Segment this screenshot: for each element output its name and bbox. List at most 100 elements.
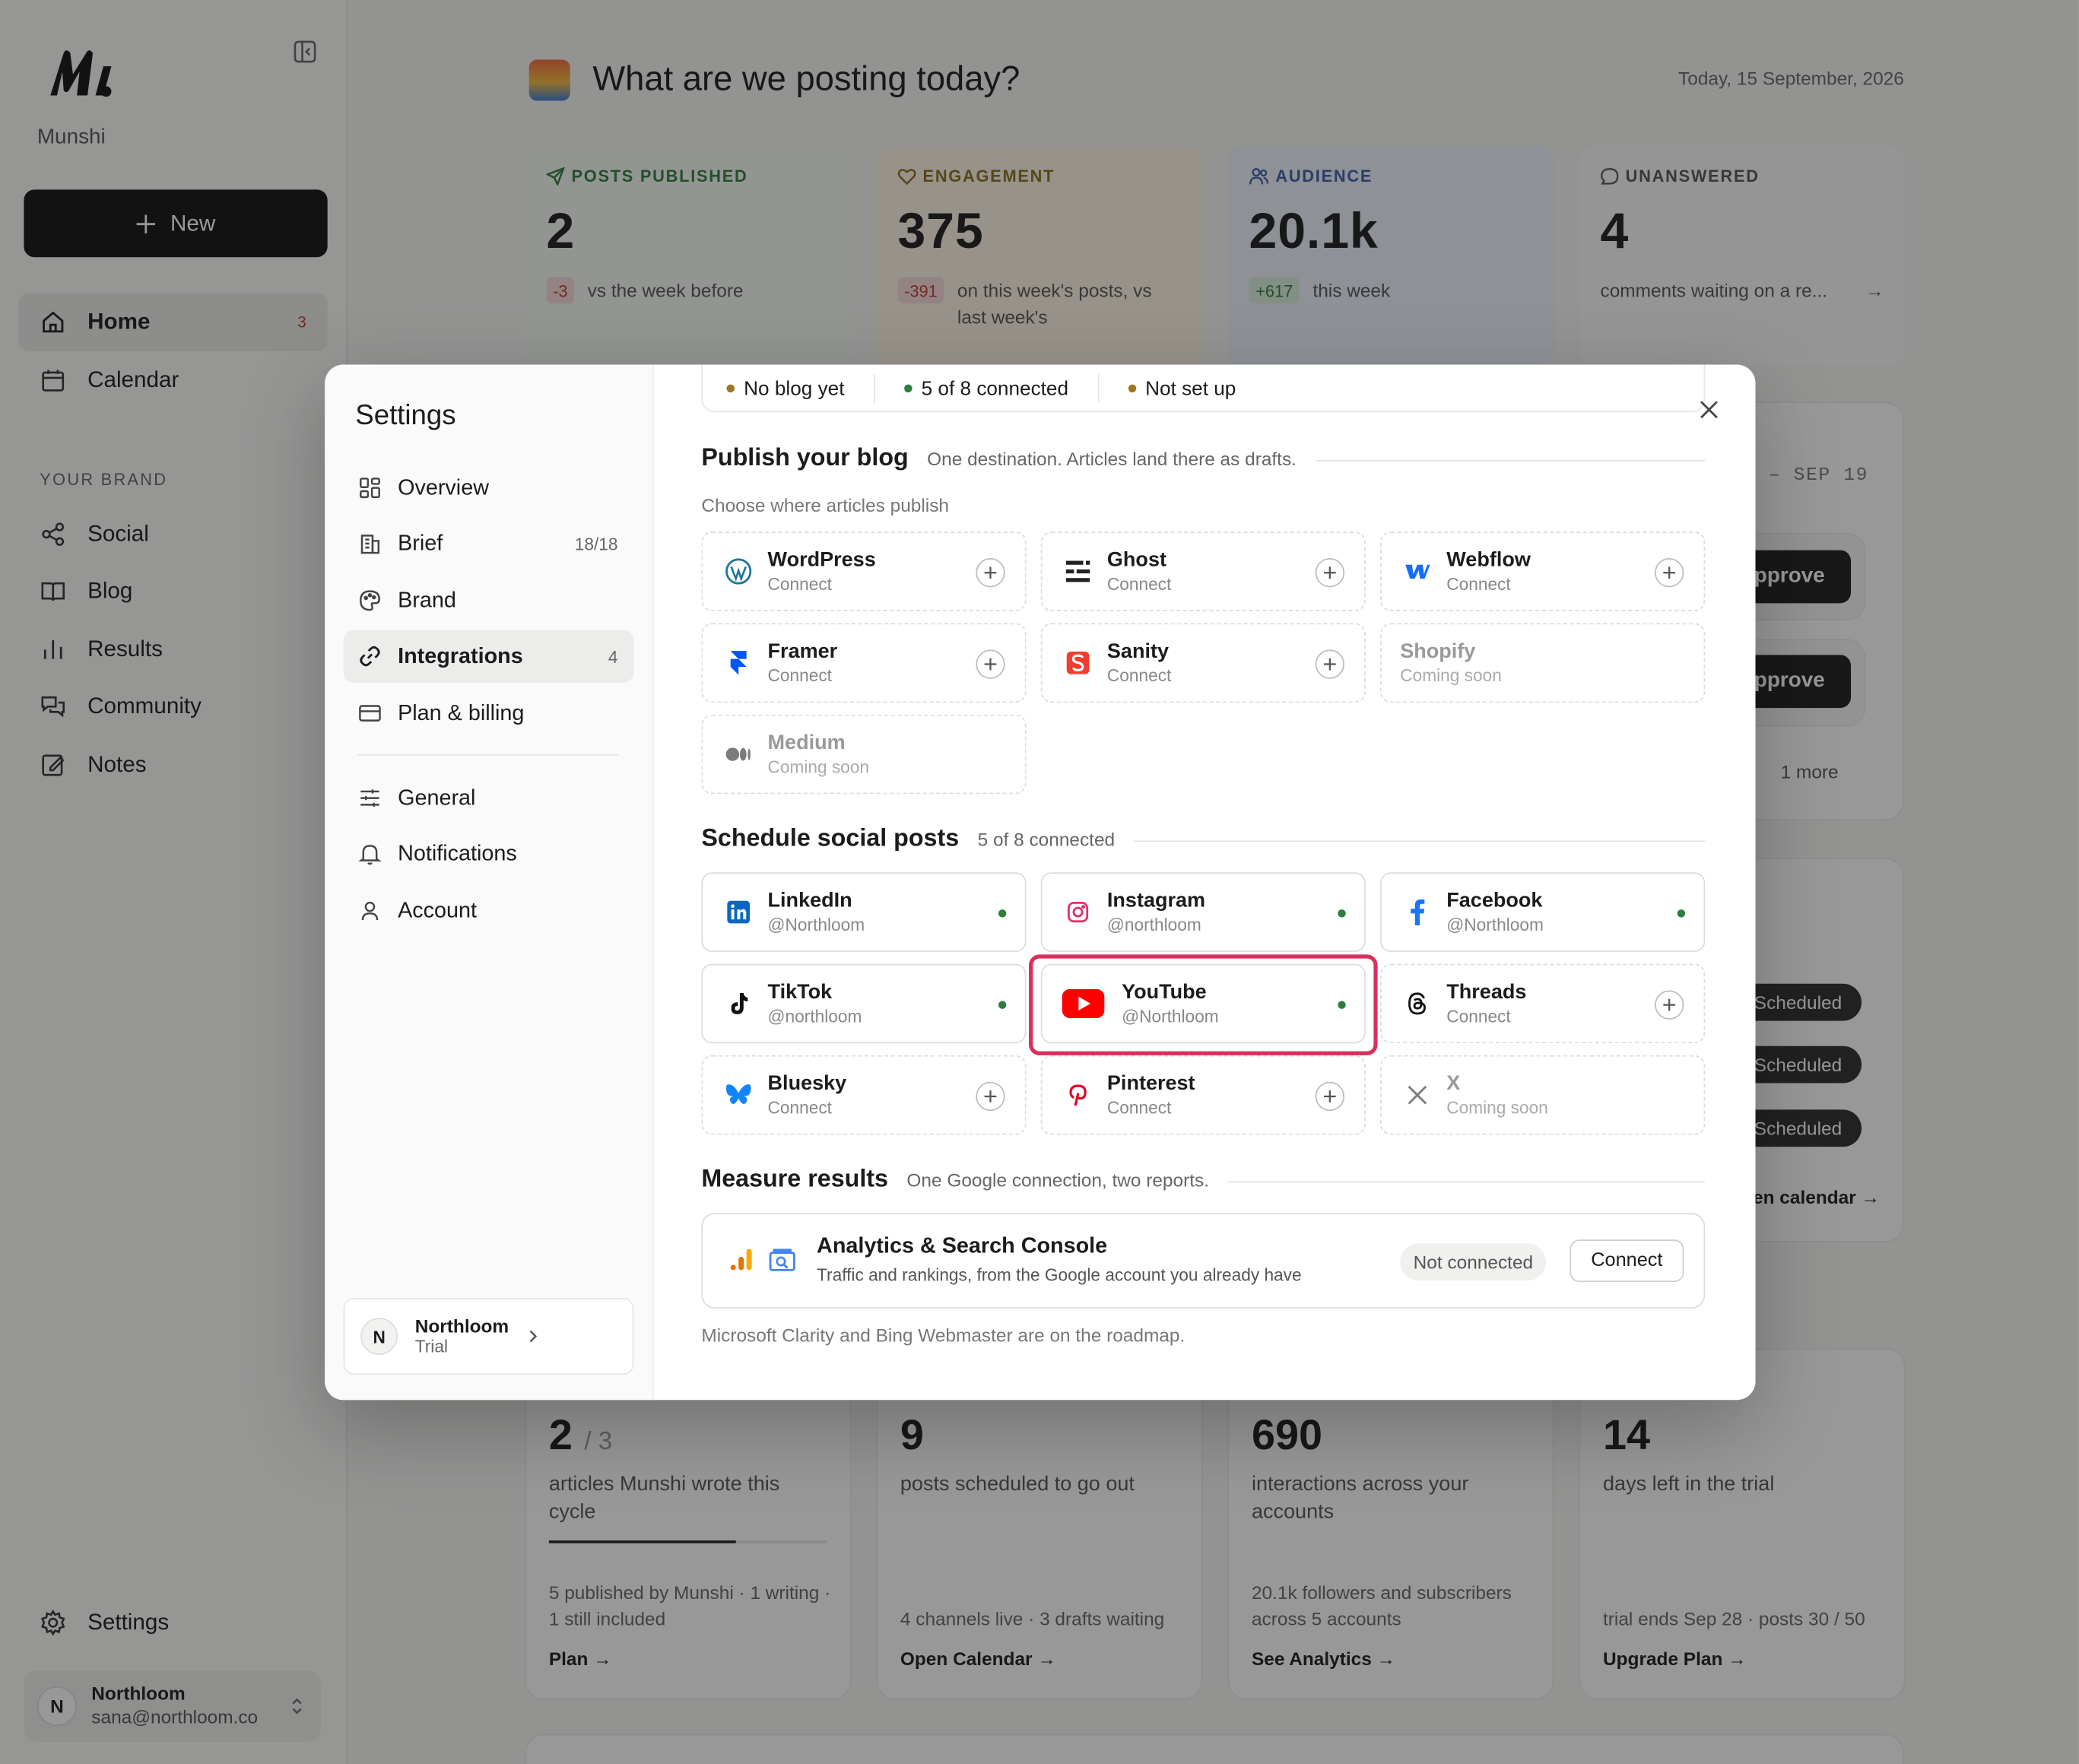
- integration-medium: Medium Coming soon: [701, 714, 1027, 795]
- instagram-icon: [1063, 897, 1092, 926]
- settings-title: Settings: [355, 400, 456, 431]
- search-console-icon: [769, 1248, 795, 1271]
- settings-item-plan-billing[interactable]: Plan & billing: [344, 687, 634, 740]
- integration-bluesky[interactable]: Bluesky Connect: [701, 1055, 1027, 1135]
- threads-icon: [1403, 989, 1432, 1018]
- settings-item-label: Plan & billing: [398, 700, 525, 725]
- integration-x: X Coming soon: [1380, 1055, 1706, 1135]
- workspace-switcher[interactable]: N Northloom Trial: [343, 1297, 634, 1375]
- integration-ghost[interactable]: Ghost Connect: [1040, 531, 1366, 611]
- add-icon[interactable]: [976, 1081, 1005, 1112]
- sliders-icon: [358, 786, 382, 810]
- integration-pinterest[interactable]: Pinterest Connect: [1040, 1055, 1366, 1135]
- integration-facebook[interactable]: Facebook @Northloom: [1380, 872, 1706, 952]
- integration-status: Connect: [767, 665, 832, 685]
- integration-framer[interactable]: Framer Connect: [701, 623, 1027, 703]
- settings-item-label: Brief: [398, 531, 443, 555]
- blog-caption: Choose where articles publish: [701, 494, 950, 516]
- integration-threads[interactable]: Threads Connect: [1380, 963, 1706, 1044]
- section-subtitle: One destination. Articles land there as …: [927, 448, 1297, 470]
- settings-item-general[interactable]: General: [344, 772, 634, 825]
- credit-card-icon: [358, 701, 382, 725]
- add-icon[interactable]: [1655, 990, 1684, 1020]
- integration-name: Shopify: [1400, 639, 1476, 662]
- tiktok-icon: [724, 989, 753, 1018]
- add-icon[interactable]: [1315, 558, 1345, 588]
- add-icon[interactable]: [1655, 558, 1684, 588]
- settings-item-label: Account: [398, 898, 478, 922]
- section-subtitle: One Google connection, two reports.: [906, 1169, 1209, 1191]
- integration-name: Bluesky: [767, 1071, 847, 1095]
- integration-status: Connect: [1446, 1005, 1511, 1026]
- chevron-right-icon: [528, 1328, 538, 1344]
- settings-item-label: Integrations: [398, 643, 523, 668]
- social-section-header: Schedule social posts 5 of 8 connected: [701, 823, 1706, 852]
- connected-indicator: [998, 909, 1007, 918]
- add-icon[interactable]: [976, 558, 1005, 588]
- connected-indicator: [1677, 909, 1686, 918]
- integration-name: Instagram: [1106, 889, 1206, 912]
- settings-content: No blog yet 5 of 8 connected Not set up …: [654, 364, 1756, 1400]
- brief-count: 18/18: [574, 533, 618, 554]
- integration-name: Threads: [1446, 980, 1527, 1004]
- integration-instagram[interactable]: Instagram @northloom: [1040, 872, 1366, 952]
- integration-handle: @northloom: [1106, 914, 1201, 934]
- integration-name: Medium: [767, 731, 846, 754]
- settings-item-brand[interactable]: Brand: [344, 574, 634, 627]
- measure-section-header: Measure results One Google connection, t…: [701, 1163, 1706, 1193]
- integration-name: LinkedIn: [767, 889, 852, 912]
- integration-name: Ghost: [1106, 547, 1166, 571]
- integration-status: Connect: [1446, 573, 1511, 594]
- palette-icon: [358, 589, 382, 612]
- ghost-icon: [1063, 557, 1092, 585]
- add-icon[interactable]: [1315, 649, 1345, 679]
- add-icon[interactable]: [1315, 1081, 1345, 1112]
- framer-icon: [724, 649, 753, 677]
- divider: [357, 754, 618, 756]
- settings-item-account[interactable]: Account: [344, 884, 634, 938]
- integration-handle: @Northloom: [767, 914, 865, 934]
- pinterest-icon: [1063, 1080, 1092, 1109]
- bell-icon: [358, 842, 382, 865]
- settings-item-notifications[interactable]: Notifications: [344, 827, 634, 880]
- settings-item-label: Overview: [398, 475, 489, 500]
- connected-indicator: [998, 1001, 1007, 1009]
- integration-name: Framer: [767, 639, 838, 662]
- section-title: Publish your blog: [701, 443, 909, 471]
- workspace-avatar: N: [360, 1318, 398, 1355]
- webflow-icon: [1403, 557, 1432, 585]
- settings-item-label: Notifications: [398, 841, 517, 865]
- integration-status: Connect: [1106, 573, 1172, 594]
- youtube-highlight: [1029, 954, 1378, 1055]
- status-analytics: Not set up: [1145, 377, 1236, 400]
- roadmap-note: Microsoft Clarity and Bing Webmaster are…: [701, 1324, 1186, 1346]
- add-icon[interactable]: [976, 649, 1005, 679]
- integration-sanity[interactable]: Sanity Connect: [1040, 623, 1366, 703]
- integration-name: TikTok: [767, 980, 833, 1004]
- integration-name: X: [1446, 1071, 1461, 1095]
- workspace-name: Northloom: [414, 1315, 509, 1337]
- section-title: Measure results: [701, 1163, 888, 1192]
- integration-status: Coming soon: [1446, 1096, 1548, 1117]
- workspace-plan: Trial: [414, 1336, 448, 1356]
- grid-icon: [358, 476, 382, 500]
- integration-wordpress[interactable]: WordPress Connect: [701, 531, 1027, 611]
- section-subtitle: 5 of 8 connected: [977, 828, 1116, 850]
- not-connected-badge: Not connected: [1400, 1243, 1547, 1281]
- close-icon[interactable]: [1699, 399, 1720, 420]
- settings-item-integrations[interactable]: Integrations 4: [343, 630, 634, 683]
- connect-analytics-button[interactable]: Connect: [1570, 1239, 1684, 1283]
- integration-tiktok[interactable]: TikTok @northloom: [701, 963, 1027, 1044]
- status-social: 5 of 8 connected: [921, 377, 1069, 400]
- integration-name: Sanity: [1106, 639, 1170, 662]
- integration-webflow[interactable]: Webflow Connect: [1380, 531, 1706, 611]
- integration-linkedin[interactable]: LinkedIn @Northloom: [701, 872, 1027, 952]
- settings-item-brief[interactable]: Brief 18/18: [344, 517, 634, 570]
- settings-item-overview[interactable]: Overview: [344, 462, 634, 515]
- integration-status: Connect: [767, 1096, 832, 1117]
- facebook-icon: [1403, 897, 1432, 926]
- integration-shopify: Shopify Coming soon: [1380, 623, 1706, 703]
- bluesky-icon: [724, 1080, 753, 1109]
- analytics-card: Analytics & Search Console Traffic and r…: [701, 1213, 1706, 1309]
- integration-status: Connect: [1106, 1096, 1172, 1117]
